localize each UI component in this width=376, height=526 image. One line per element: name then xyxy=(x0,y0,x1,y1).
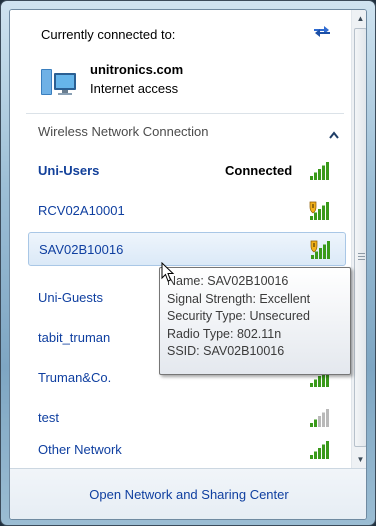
signal-strength-shield-icon xyxy=(308,201,330,221)
network-name: Truman&Co. xyxy=(38,370,112,385)
signal-bar xyxy=(310,383,313,387)
signal-bar xyxy=(322,444,325,459)
signal-bar xyxy=(318,209,321,220)
network-icon xyxy=(38,63,78,101)
network-item-uni-users[interactable]: Uni-Users Connected xyxy=(28,154,346,188)
footer: Open Network and Sharing Center xyxy=(10,468,366,519)
signal-strength-icon xyxy=(308,161,330,181)
signal-bar xyxy=(310,176,313,180)
network-name: tabit_truman xyxy=(38,330,111,345)
network-name: Uni-Guests xyxy=(38,290,104,305)
signal-bar xyxy=(326,162,329,180)
connection-header: Currently connected to: unitronics.com I… xyxy=(10,10,351,112)
signal-bar xyxy=(319,248,322,259)
signal-bar xyxy=(322,412,325,427)
signal-bar xyxy=(314,419,317,427)
network-flyout-window: Currently connected to: unitronics.com I… xyxy=(0,0,376,526)
network-name: Other Network xyxy=(38,442,122,457)
scroll-down-button[interactable]: ▼ xyxy=(352,451,366,468)
signal-bar xyxy=(311,255,314,259)
signal-bar xyxy=(314,451,317,459)
signal-bar xyxy=(318,416,321,427)
signal-bar xyxy=(318,376,321,387)
connection-name: unitronics.com xyxy=(90,62,184,77)
signal-bar xyxy=(326,202,329,220)
signal-bar xyxy=(314,172,317,180)
signal-strength-shield-icon xyxy=(309,240,331,260)
tooltip-ssid: SSID: SAV02B10016 xyxy=(167,344,285,358)
scroll-thumb[interactable] xyxy=(354,28,366,447)
network-name: Uni-Users xyxy=(38,163,100,178)
network-item-rcv02a10001[interactable]: RCV02A10001 xyxy=(28,194,346,228)
mouse-cursor-icon xyxy=(161,261,175,283)
network-list-area: Currently connected to: unitronics.com I… xyxy=(10,10,351,468)
signal-strength-icon xyxy=(308,440,330,460)
chevron-up-icon[interactable] xyxy=(329,126,339,139)
signal-strength-icon xyxy=(308,408,330,428)
signal-bar xyxy=(327,241,330,259)
network-tooltip: Name: SAV02B10016 Signal Strength: Excel… xyxy=(159,267,351,375)
signal-bar xyxy=(314,379,317,387)
network-item-sav02b10016[interactable]: SAV02B10016 xyxy=(28,232,346,266)
scroll-grip-icon xyxy=(358,253,365,260)
signal-bar xyxy=(326,409,329,427)
open-network-sharing-center-link[interactable]: Open Network and Sharing Center xyxy=(10,487,366,502)
signal-bar xyxy=(314,212,317,220)
network-item-other-network[interactable]: Other Network xyxy=(28,433,346,467)
network-name: test xyxy=(38,410,59,425)
network-name: SAV02B10016 xyxy=(39,242,124,257)
signal-bar xyxy=(318,448,321,459)
tooltip-signal: Signal Strength: Excellent xyxy=(167,291,311,306)
network-panel: Currently connected to: unitronics.com I… xyxy=(9,9,367,520)
tooltip-radio: Radio Type: 802.11n xyxy=(167,326,282,341)
signal-bar xyxy=(310,423,313,427)
signal-bar xyxy=(318,169,321,180)
signal-bar xyxy=(322,205,325,220)
signal-bar xyxy=(315,251,318,259)
refresh-icon[interactable] xyxy=(311,23,333,39)
tooltip-name: Name: SAV02B10016 xyxy=(167,274,289,288)
header-divider xyxy=(26,113,344,114)
network-name: RCV02A10001 xyxy=(38,203,125,218)
connection-status-label: Connected xyxy=(225,163,293,178)
signal-bar xyxy=(310,455,313,459)
network-item-test[interactable]: test xyxy=(28,401,346,435)
tooltip-security: Security Type: Unsecured xyxy=(167,309,310,323)
shield-mark xyxy=(312,204,314,208)
connection-status: Internet access xyxy=(90,81,179,96)
header-title: Currently connected to: xyxy=(41,27,176,42)
signal-bar xyxy=(310,216,313,220)
shield-mark xyxy=(313,243,315,247)
scroll-up-button[interactable]: ▲ xyxy=(352,10,366,27)
section-label: Wireless Network Connection xyxy=(38,124,209,139)
signal-bar xyxy=(322,165,325,180)
vertical-scrollbar[interactable]: ▲ ▼ xyxy=(351,10,366,468)
signal-bar xyxy=(323,244,326,259)
signal-bar xyxy=(326,441,329,459)
